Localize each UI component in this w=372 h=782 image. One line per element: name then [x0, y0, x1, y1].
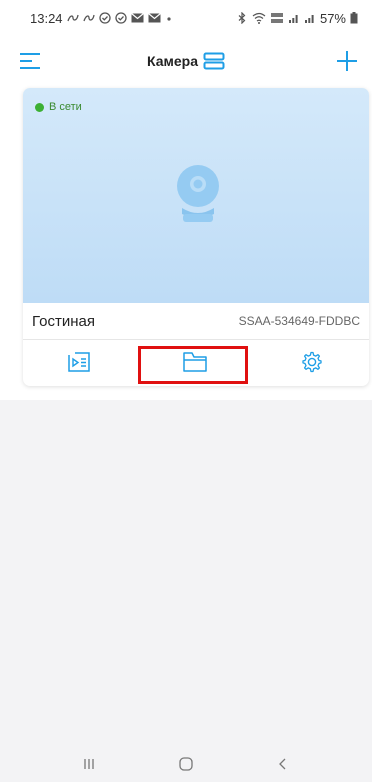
- battery-percent: 57%: [319, 10, 346, 26]
- playback-button[interactable]: [66, 350, 92, 374]
- status-bar-left: 13:24: [30, 11, 173, 26]
- gmail-icon: [66, 13, 79, 23]
- camera-info-row: Гостиная SSAA-534649-FDDBC: [23, 303, 369, 339]
- signal-icon: [288, 12, 300, 24]
- playback-icon: [68, 352, 90, 372]
- app-header: Камера: [0, 40, 372, 84]
- header-title-group: Камера: [0, 52, 372, 70]
- back-button[interactable]: [263, 751, 303, 777]
- status-bar: 13:24 57%: [0, 0, 372, 36]
- add-device-button[interactable]: [334, 48, 360, 74]
- camera-preview[interactable]: В сети: [23, 88, 369, 303]
- status-bar-right: 57%: [236, 11, 358, 26]
- signal-icon: [304, 12, 316, 24]
- layout-toggle-button[interactable]: [203, 52, 225, 70]
- home-button[interactable]: [166, 751, 206, 777]
- home-icon: [179, 757, 193, 771]
- recent-apps-icon: [84, 759, 94, 769]
- plus-icon: [337, 51, 357, 71]
- gear-icon: [302, 351, 322, 373]
- bluetooth-icon: [236, 12, 248, 24]
- system-navigation-bar: [0, 746, 372, 782]
- online-indicator-dot: [35, 102, 44, 112]
- online-status: В сети: [35, 101, 82, 113]
- page-title: Камера: [147, 53, 198, 69]
- camera-actions: [23, 340, 369, 386]
- back-icon: [279, 758, 286, 770]
- sync-icon: [114, 12, 127, 24]
- dot-icon: [165, 14, 173, 22]
- camera-settings-button[interactable]: [299, 350, 325, 374]
- mail-icon: [147, 13, 161, 23]
- online-status-label: В сети: [49, 101, 82, 113]
- highlight-box: [138, 346, 248, 384]
- gmail-icon: [82, 13, 95, 23]
- mail-icon: [130, 13, 144, 23]
- volte-icon: [270, 12, 284, 24]
- status-time: 13:24: [30, 10, 63, 26]
- camera-name: Гостиная: [32, 312, 95, 330]
- camera-card: В сети Гостиная SSAA-534649-FDDBC: [23, 88, 369, 386]
- recent-apps-button[interactable]: [69, 751, 109, 777]
- battery-icon: [350, 12, 358, 24]
- grid-layout-icon: [203, 52, 225, 70]
- sync-icon: [98, 12, 111, 24]
- wifi-icon: [252, 12, 266, 24]
- camera-device-id: SSAA-534649-FDDBC: [238, 314, 360, 328]
- camera-placeholder-icon: [177, 165, 219, 222]
